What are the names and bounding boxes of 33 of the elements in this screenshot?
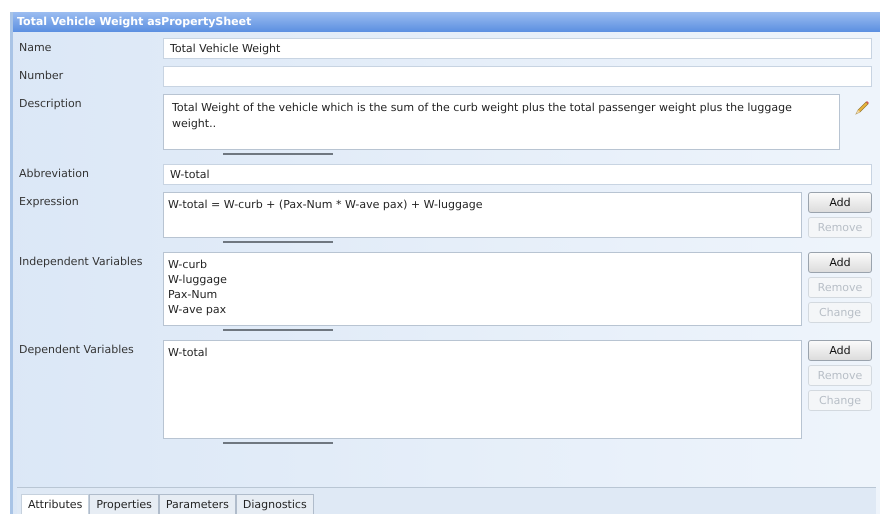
- resize-handle[interactable]: [223, 241, 333, 243]
- resize-handle[interactable]: [223, 329, 333, 331]
- list-item[interactable]: W-ave pax: [168, 302, 797, 317]
- description-field[interactable]: Total Weight of the vehicle which is the sum of the curb weight plus the total passenger weight plus the luggage weight..: [163, 94, 840, 150]
- resize-handle[interactable]: [223, 442, 333, 444]
- list-item[interactable]: Pax-Num: [168, 287, 797, 302]
- list-box[interactable]: W-total = W-curb + (Pax-Num * W-ave pax) + W-luggage: [163, 192, 802, 238]
- action-button[interactable]: Add: [808, 340, 872, 361]
- action-button[interactable]: Add: [808, 252, 872, 273]
- tab[interactable]: Diagnostics: [236, 494, 314, 514]
- window-title: Total Vehicle Weight asPropertySheet: [13, 12, 880, 32]
- field-label: Dependent Variables: [18, 342, 135, 358]
- pencil-icon[interactable]: [854, 100, 870, 116]
- resize-handle[interactable]: [223, 153, 333, 155]
- list-item[interactable]: W-luggage: [168, 272, 797, 287]
- text-field[interactable]: W-total: [163, 164, 872, 185]
- field-label: Independent Variables: [18, 254, 144, 270]
- list-item[interactable]: W-curb: [168, 257, 797, 272]
- field-label: Expression: [18, 194, 80, 210]
- field-label: Description: [18, 96, 83, 112]
- field-label: Name: [18, 40, 52, 56]
- text-field[interactable]: Total Vehicle Weight: [163, 38, 872, 59]
- field-label: Abbreviation: [18, 166, 90, 182]
- list-box[interactable]: W-total: [163, 340, 802, 439]
- tab[interactable]: Properties: [89, 494, 159, 514]
- list-item[interactable]: W-total = W-curb + (Pax-Num * W-ave pax) + W-luggage: [168, 197, 797, 212]
- action-button[interactable]: Add: [808, 192, 872, 213]
- field-label: Number: [18, 68, 64, 84]
- list-box[interactable]: W-curb W-luggage Pax-Num W-ave pax: [163, 252, 802, 326]
- tab[interactable]: Parameters: [158, 494, 236, 514]
- text-field[interactable]: [163, 66, 872, 87]
- list-item[interactable]: W-total: [168, 345, 797, 360]
- tab[interactable]: Attributes: [21, 494, 90, 514]
